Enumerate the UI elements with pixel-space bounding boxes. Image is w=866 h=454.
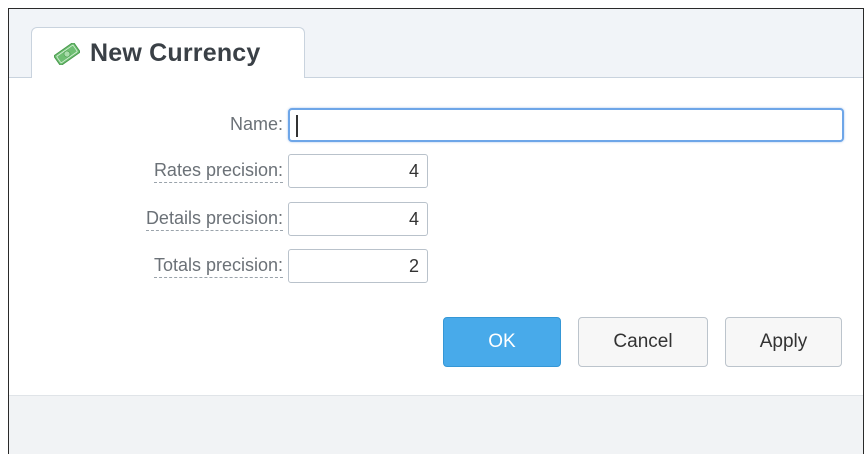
rates-precision-input[interactable] — [288, 154, 428, 188]
rates-precision-label[interactable]: Rates precision: — [153, 160, 283, 183]
text-caret — [296, 115, 298, 137]
page-title: New Currency — [90, 39, 261, 67]
details-precision-label[interactable]: Details precision: — [145, 208, 283, 231]
name-input[interactable] — [288, 108, 844, 142]
details-precision-input[interactable] — [288, 202, 428, 236]
name-row: Name: — [9, 108, 863, 144]
apply-button[interactable]: Apply — [725, 317, 842, 367]
totals-precision-row: Totals precision: — [9, 249, 863, 285]
totals-precision-input[interactable] — [288, 249, 428, 283]
tab-new-currency[interactable]: New Currency — [31, 27, 305, 79]
rates-precision-row: Rates precision: — [9, 154, 863, 190]
dialog-footer — [9, 395, 863, 454]
money-icon — [53, 41, 81, 66]
totals-precision-label[interactable]: Totals precision: — [153, 255, 283, 278]
dialog-window: New Currency Name: Rates precision: Deta… — [8, 8, 864, 454]
name-label: Name: — [229, 114, 283, 134]
tab-bar: New Currency — [9, 9, 863, 79]
form-content: Name: Rates precision: Details precision… — [9, 78, 863, 395]
ok-button[interactable]: OK — [443, 317, 561, 367]
details-precision-row: Details precision: — [9, 202, 863, 238]
cancel-button[interactable]: Cancel — [578, 317, 708, 367]
